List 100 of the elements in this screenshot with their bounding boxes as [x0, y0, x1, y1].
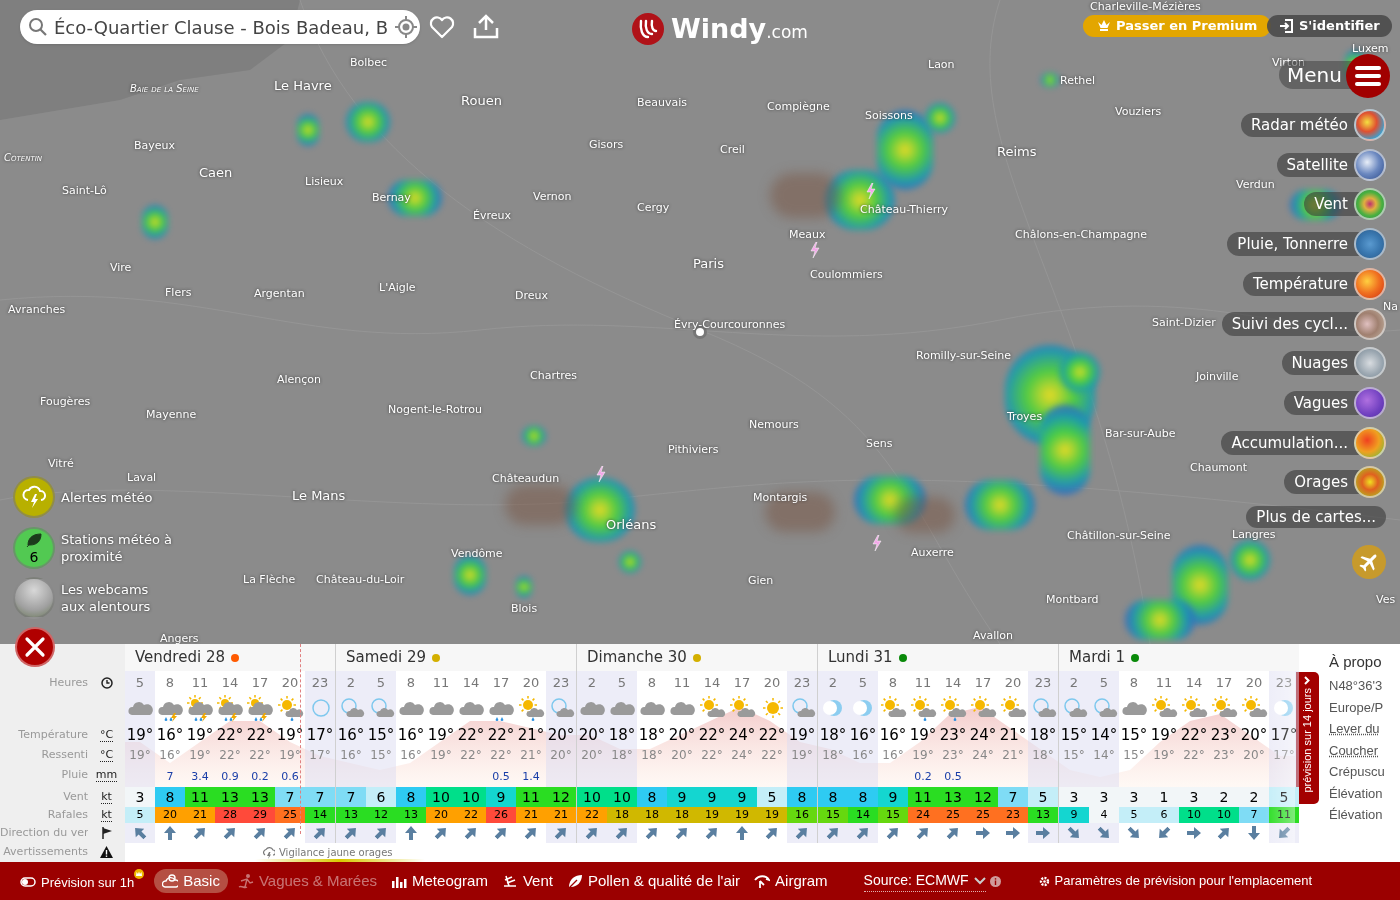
gust-speed-cell: 9 [1059, 807, 1089, 823]
place-label: Le Havre [274, 78, 332, 94]
gust-speed-cell: 4 [1089, 807, 1119, 823]
feels-like-value: 23° [942, 747, 964, 763]
flag-icon [100, 827, 113, 839]
pollen-tab[interactable]: Pollen & qualité de l'air [566, 869, 741, 893]
row-label: Rafales [46, 806, 88, 823]
place-label: L'Aigle [379, 281, 416, 295]
weather-stations-button[interactable]: 6 [13, 526, 55, 569]
hour-label: 5 [617, 674, 627, 692]
info-icon[interactable] [989, 875, 1001, 887]
feels-like-value: 16° [159, 747, 181, 763]
more-maps-button[interactable]: Plus de cartes... [1246, 506, 1386, 528]
basic-tab[interactable]: Basic [154, 869, 228, 893]
place-label: Saint-Lô [62, 184, 107, 198]
unit-label[interactable]: kt [101, 790, 112, 804]
temperature-value: 22° [216, 725, 244, 746]
wind-speed-cell: 5 [757, 787, 787, 807]
info-row-text: Élévation [1329, 806, 1383, 824]
feels-like-value: 22° [1183, 747, 1205, 763]
temperature-value: 24° [969, 725, 997, 746]
warning-icon [100, 846, 113, 858]
place-label: Mayenne [146, 408, 197, 422]
place-label: Vitré [48, 457, 74, 471]
upload-icon[interactable] [473, 13, 499, 39]
long-forecast-tab[interactable]: prévision sur 14 jours [1296, 672, 1319, 804]
menu-button[interactable] [1346, 54, 1390, 98]
source-dropdown[interactable]: Source: ECMWF [863, 870, 986, 892]
place-label: Bar-sur-Aube [1105, 427, 1176, 441]
rain-value: 0.6 [281, 768, 299, 785]
row-label: Direction du ver [0, 824, 88, 841]
unit-label[interactable]: kt [101, 808, 112, 822]
wind-speed-cell: 10 [577, 787, 607, 807]
heart-icon[interactable] [429, 15, 455, 39]
place-label: Gien [748, 574, 774, 588]
unit-label[interactable]: mm [95, 768, 118, 782]
place-label: Meaux [789, 228, 826, 242]
map[interactable] [0, 0, 1400, 644]
hour-label: 17 [733, 674, 751, 692]
close-icon [24, 636, 46, 658]
radar-echo [965, 480, 1035, 530]
meteogram-tab[interactable]: Meteogram [391, 869, 488, 893]
hour-label: 8 [406, 674, 416, 692]
wind-speed-cell: 10 [607, 787, 637, 807]
feels-like-value: 16° [340, 747, 362, 763]
login-button[interactable]: S'identifier [1267, 15, 1392, 37]
locate-icon[interactable] [394, 15, 418, 39]
forecast-settings-button[interactable]: Paramètres de prévision pour l'emplacement [1038, 871, 1313, 891]
place-label: Luxem [1352, 42, 1389, 56]
gust-speed-cell: 19 [757, 807, 787, 823]
sun-cloud-icon [162, 873, 179, 889]
unit-label[interactable]: °C [99, 748, 114, 762]
feels-like-value: 15° [370, 747, 392, 763]
forecast-1h-toggle[interactable]: Prévision sur 1h [20, 869, 145, 893]
place-label: Montbard [1046, 593, 1099, 607]
gust-speed-cell: 16 [787, 807, 817, 823]
place-label: Langres [1232, 528, 1276, 542]
airgram-tab[interactable]: Airgram [754, 869, 828, 893]
hour-label: 23 [1034, 674, 1052, 692]
place-label: Rouen [461, 93, 502, 109]
place-label: Nemours [749, 418, 799, 432]
weather-warning[interactable]: Vigilance jaune orages [262, 845, 393, 860]
panel-label: Alertes météo [61, 488, 154, 506]
search-field[interactable]: Éco-Quartier Clause - Bois Badeau, B [20, 10, 420, 44]
alerts-button[interactable] [13, 476, 55, 518]
rain-value: 0.5 [492, 768, 510, 785]
temperature-value: 16° [397, 725, 425, 746]
gust-speed-cell: 15 [818, 807, 848, 823]
cloud-lightning-icon [22, 485, 46, 509]
temperature-value: 19° [1150, 725, 1178, 746]
wind-speed-cell: 8 [848, 787, 878, 807]
hour-label: 2 [828, 674, 838, 692]
wind-tab[interactable]: Vent [501, 869, 553, 893]
place-label: Coulommiers [810, 268, 883, 282]
airport-button[interactable] [1352, 545, 1386, 579]
place-label: Château-du-Loir [316, 573, 405, 587]
feels-like-value: 23° [1213, 747, 1235, 763]
hour-label: 8 [888, 674, 898, 692]
gear-icon [1038, 875, 1050, 887]
wind-speed-cell: 7 [998, 787, 1028, 807]
gust-speed-cell: 21 [185, 807, 215, 823]
clock-icon [100, 677, 113, 689]
gust-speed-cell: 28 [215, 807, 245, 823]
wind-speed-cell: 8 [396, 787, 426, 807]
hour-label: 14 [944, 674, 962, 692]
feels-like-value: 24° [972, 747, 994, 763]
unit-label[interactable]: °C [99, 728, 114, 742]
feels-like-value: 18° [1032, 747, 1054, 763]
place-label: Vernon [533, 190, 572, 204]
feels-like-value: 15° [1063, 747, 1085, 763]
hour-label: 5 [1099, 674, 1109, 692]
wind-speed-cell: 11 [908, 787, 938, 807]
temperature-value: 16° [879, 725, 907, 746]
temperature-value: 15° [1120, 725, 1148, 746]
place-label: Troyes [1007, 410, 1043, 424]
place-label: Gisors [589, 138, 624, 152]
feels-like-value: 19° [912, 747, 934, 763]
feels-like-value: 20° [581, 747, 603, 763]
gust-speed-cell: 6 [1149, 807, 1179, 823]
layer-thumbnail [1354, 148, 1386, 181]
